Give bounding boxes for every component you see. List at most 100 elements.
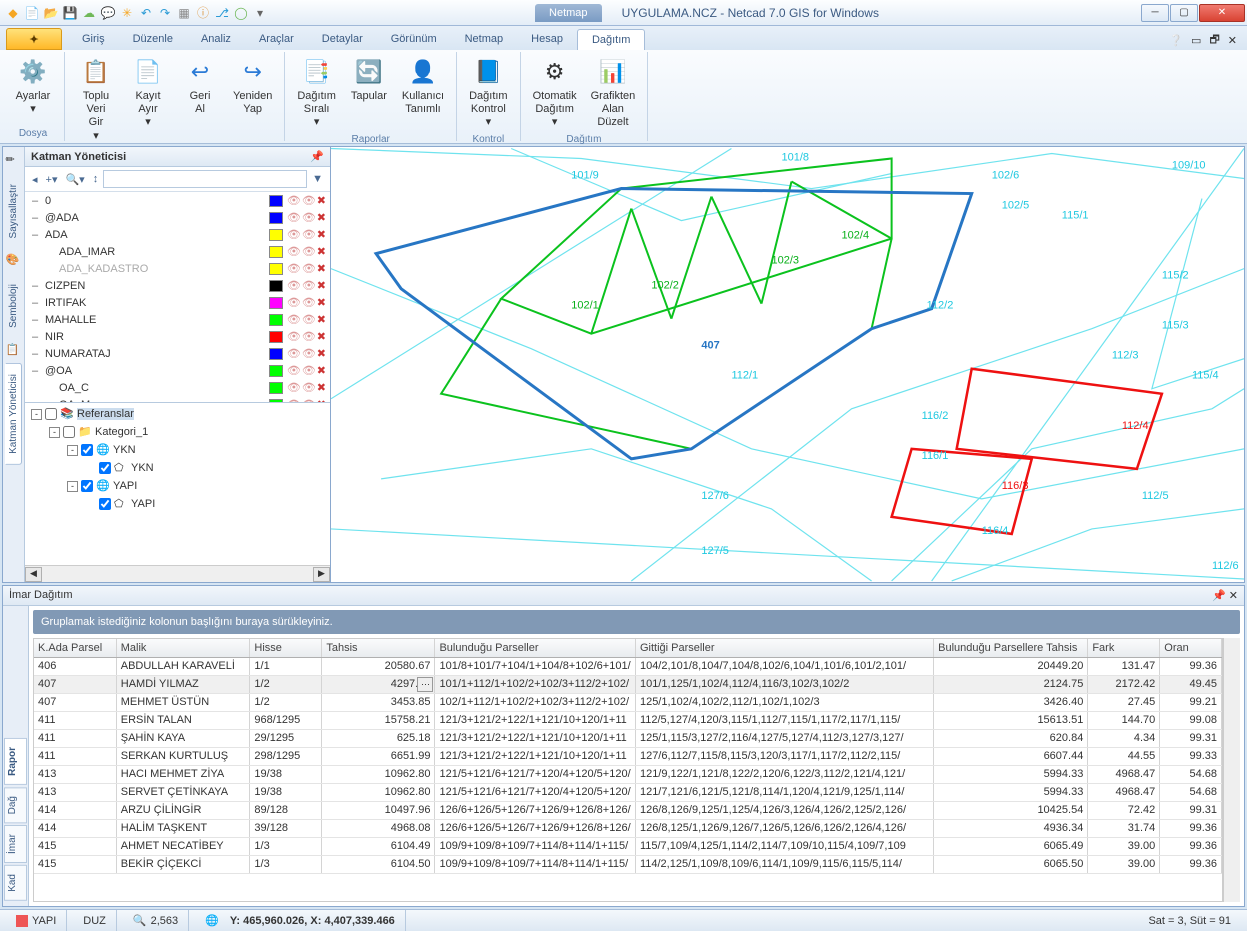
layer-list[interactable]: –0👁👁✖–@ADA👁👁✖–ADA👁👁✖ADA_IMAR👁👁✖ADA_KADAS… (25, 192, 330, 402)
group-by-bar[interactable]: Gruplamak istediğiniz kolonun başlığını … (33, 610, 1240, 634)
pin-icon[interactable]: 📌 (310, 150, 324, 163)
table-row[interactable]: 414ARZU ÇİLİNGİR89/12810497.96126/6+126/… (34, 801, 1222, 819)
qat-open-icon[interactable]: 📂 (43, 5, 59, 21)
layer-search-icon[interactable]: 🔍▾ (62, 172, 87, 187)
help-icon[interactable]: ❔ (1169, 34, 1183, 47)
column-header[interactable]: K.Ada Parsel (34, 639, 116, 657)
layer-filter-icon[interactable]: ▼ (309, 172, 326, 186)
table-row[interactable]: 411SERKAN KURTULUŞ298/12956651.99121/3+1… (34, 747, 1222, 765)
ribbon-btn[interactable]: 📄KayıtAyır▾ (125, 54, 171, 132)
qat-branch-icon[interactable]: ⎇ (214, 5, 230, 21)
reference-tree[interactable]: -📚Referanslar-📁Kategori_1-🌐YKN⬠YKN-🌐YAPI… (25, 402, 330, 565)
ribbon-tab-analiz[interactable]: Analiz (187, 29, 245, 50)
qat-new-icon[interactable]: 📄 (24, 5, 40, 21)
layer-row[interactable]: OA_C👁👁✖ (25, 379, 330, 396)
qat-save-icon[interactable]: 💾 (62, 5, 78, 21)
tree-node[interactable]: -📚Referanslar (27, 405, 328, 423)
ribbon-btn[interactable]: 🔄Tapular (346, 54, 392, 105)
column-header[interactable]: Oran (1160, 639, 1222, 657)
side-tab[interactable]: Sayısallaştır (5, 173, 22, 249)
layer-row[interactable]: –ADA👁👁✖ (25, 226, 330, 243)
tree-node[interactable]: ⬠YAPI (27, 495, 328, 513)
ribbon-tab-dağıtım[interactable]: Dağıtım (577, 29, 646, 50)
layer-row[interactable]: –NIR👁👁✖ (25, 328, 330, 345)
layer-row[interactable]: –@ADA👁👁✖ (25, 209, 330, 226)
layer-panel-hscroll[interactable]: ◀▶ (25, 565, 330, 582)
ribbon-tab-detaylar[interactable]: Detaylar (308, 29, 377, 50)
tree-node[interactable]: ⬠YKN (27, 459, 328, 477)
column-header[interactable]: Malik (116, 639, 250, 657)
table-row[interactable]: 413HACI MEHMET ZİYA19/3810962.80121/5+12… (34, 765, 1222, 783)
layer-row[interactable]: –@OA👁👁✖ (25, 362, 330, 379)
maximize-button[interactable]: ▢ (1170, 4, 1198, 22)
ribbon-tab-araçlar[interactable]: Araçlar (245, 29, 308, 50)
layer-row[interactable]: ADA_IMAR👁👁✖ (25, 243, 330, 260)
layer-row[interactable]: –0👁👁✖ (25, 192, 330, 209)
map-canvas[interactable]: 101/9101/8102/6102/5115/1109/10102/4102/… (331, 147, 1244, 582)
tree-node[interactable]: -🌐YAPI (27, 477, 328, 495)
tree-node[interactable]: -📁Kategori_1 (27, 423, 328, 441)
layer-search-input[interactable] (103, 170, 307, 188)
report-tab[interactable]: Rapor (4, 738, 27, 785)
ribbon-close-icon[interactable]: ✕ (1228, 34, 1237, 47)
layer-collapse-icon[interactable]: ◂ (29, 172, 41, 187)
qat-grid-icon[interactable]: ▦ (176, 5, 192, 21)
column-header[interactable]: Bulunduğu Parseller (435, 639, 635, 657)
ribbon-btn[interactable]: 📑DağıtımSıralı▾ (293, 54, 340, 132)
minimize-button[interactable]: ─ (1141, 4, 1169, 22)
column-header[interactable]: Hisse (250, 639, 322, 657)
qat-dropdown-icon[interactable]: ▾ (252, 5, 268, 21)
column-header[interactable]: Fark (1088, 639, 1160, 657)
table-row[interactable]: 415BEKİR ÇİÇEKCİ1/36104.50109/9+109/8+10… (34, 855, 1222, 873)
ribbon-btn[interactable]: 📋TopluVeriGir▾ (73, 54, 119, 145)
report-tab[interactable]: Dağ (4, 787, 27, 823)
layer-row[interactable]: –CIZPEN👁👁✖ (25, 277, 330, 294)
layer-up-icon[interactable]: ↕ (90, 172, 102, 186)
qat-info-icon[interactable]: ⓘ (195, 5, 211, 21)
table-row[interactable]: 414HALİM TAŞKENT39/1284968.08126/6+126/5… (34, 819, 1222, 837)
ribbon-btn[interactable]: ⚙️Ayarlar▾ (10, 54, 56, 118)
ribbon-tab-hesap[interactable]: Hesap (517, 29, 577, 50)
table-row[interactable]: 407MEHMET ÜSTÜN1/23453.85102/1+112/1+102… (34, 693, 1222, 711)
side-tab[interactable]: Semboloji (5, 273, 22, 339)
layer-row[interactable]: ADA_KADASTRO👁👁✖ (25, 260, 330, 277)
ribbon-tab-netmap[interactable]: Netmap (451, 29, 518, 50)
column-header[interactable]: Tahsis (322, 639, 435, 657)
ribbon-btn[interactable]: 📊GrafiktenAlanDüzelt (587, 54, 640, 132)
lower-pin-icon[interactable]: 📌 (1212, 590, 1226, 602)
qat-chat-icon[interactable]: 💬 (100, 5, 116, 21)
ribbon-btn[interactable]: 📘DağıtımKontrol▾ (465, 54, 512, 132)
layer-row[interactable]: –MAHALLE👁👁✖ (25, 311, 330, 328)
grid-vscroll[interactable] (1223, 638, 1240, 902)
table-row[interactable]: 407HAMDİ YILMAZ1/24297.17⋯101/1+112/1+10… (34, 675, 1222, 693)
qat-cloud-icon[interactable]: ☁ (81, 5, 97, 21)
ribbon-btn[interactable]: 👤KullanıcıTanımlı (398, 54, 448, 118)
table-row[interactable]: 411ŞAHİN KAYA29/1295625.18121/3+121/2+12… (34, 729, 1222, 747)
qat-home-icon[interactable]: ◆ (5, 5, 21, 21)
ribbon-tab-düzenle[interactable]: Düzenle (119, 29, 187, 50)
ribbon-tab-giriş[interactable]: Giriş (68, 29, 119, 50)
table-row[interactable]: 406ABDULLAH KARAVELİ1/120580.67101/8+101… (34, 657, 1222, 675)
qat-redo-icon[interactable]: ↷ (157, 5, 173, 21)
ribbon-btn[interactable]: ⚙OtomatikDağıtım▾ (529, 54, 581, 132)
ribbon-tab-görünüm[interactable]: Görünüm (377, 29, 451, 50)
qat-undo-icon[interactable]: ↶ (138, 5, 154, 21)
report-tab[interactable]: Kad (4, 865, 27, 901)
ribbon-btn[interactable]: ↩GeriAl (177, 54, 223, 118)
table-row[interactable]: 415AHMET NECATİBEY1/36104.49109/9+109/8+… (34, 837, 1222, 855)
close-button[interactable]: ✕ (1199, 4, 1245, 22)
layer-row[interactable]: –IRTIFAK👁👁✖ (25, 294, 330, 311)
ribbon-btn[interactable]: ↪YenidenYap (229, 54, 276, 118)
column-header[interactable]: Gittiği Parseller (635, 639, 933, 657)
layer-add-icon[interactable]: +▾ (43, 172, 61, 187)
ribbon-restore-icon[interactable]: 🗗 (1209, 31, 1219, 50)
report-tab[interactable]: İmar (4, 825, 27, 863)
qat-sun-icon[interactable]: ✳ (119, 5, 135, 21)
column-header[interactable]: Bulunduğu Parsellere Tahsis (934, 639, 1088, 657)
table-row[interactable]: 411ERSİN TALAN968/129515758.21121/3+121/… (34, 711, 1222, 729)
lower-close-icon[interactable]: ✕ (1229, 590, 1238, 602)
table-row[interactable]: 413SERVET ÇETİNKAYA19/3810962.80121/5+12… (34, 783, 1222, 801)
application-button[interactable]: ✦ (6, 28, 62, 50)
layer-row[interactable]: –NUMARATAJ👁👁✖ (25, 345, 330, 362)
qat-circle-icon[interactable]: ◯ (233, 5, 249, 21)
